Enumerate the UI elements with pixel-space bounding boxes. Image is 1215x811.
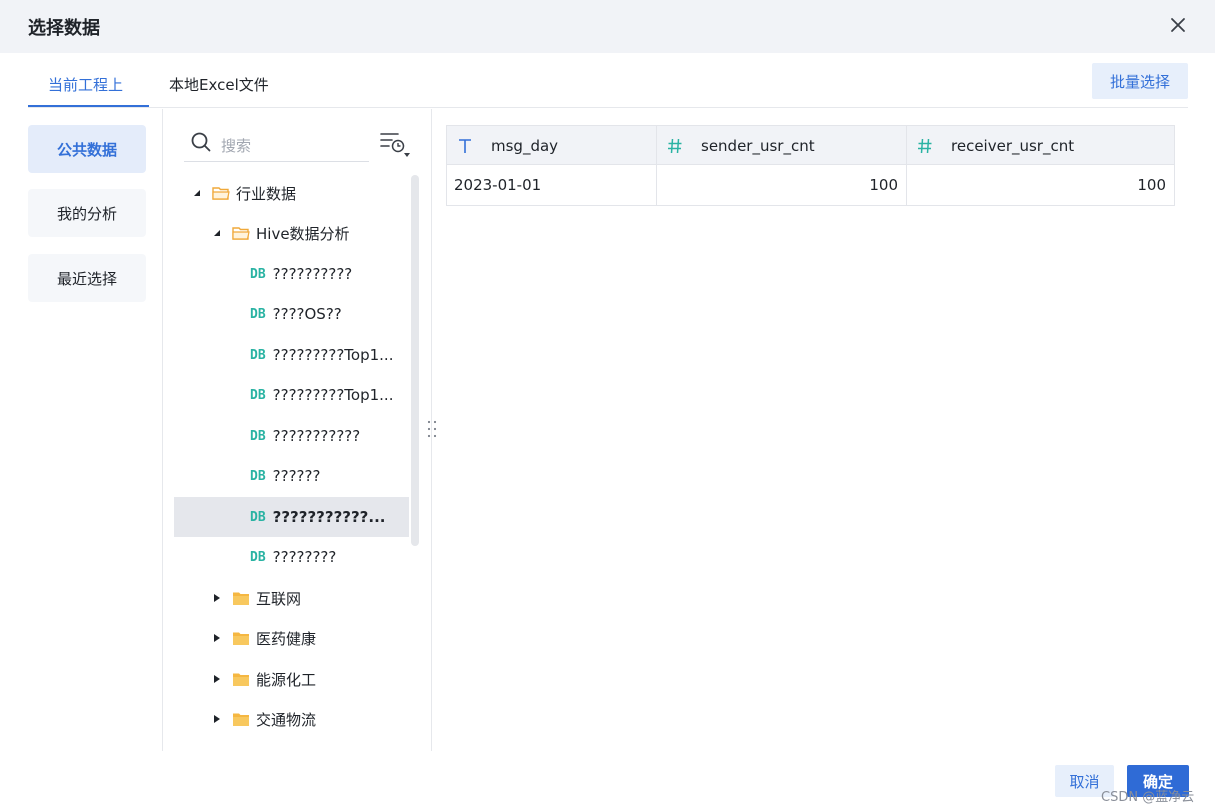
dialog-header: 选择数据 xyxy=(0,0,1215,53)
caret-collapsed-icon[interactable] xyxy=(212,633,222,643)
sidebar-item-public-data[interactable]: 公共数据 xyxy=(28,125,146,173)
table-cell: 100 xyxy=(657,165,907,205)
tree-table-item[interactable]: DB ?????????Top1... xyxy=(250,375,410,415)
panel-resize-handle-icon[interactable] xyxy=(426,419,438,439)
table-label: ?????????Top1... xyxy=(272,346,394,364)
db-table-icon: DB xyxy=(250,266,266,282)
tree-table-item[interactable]: DB ???????? xyxy=(250,537,410,577)
watermark: CSDN @蓝净云 xyxy=(1101,790,1195,805)
table-cell: 2023-01-01 xyxy=(447,165,657,205)
folder-icon xyxy=(233,713,249,726)
db-table-icon: DB xyxy=(250,468,266,484)
source-tabs: 当前工程上 本地Excel文件 xyxy=(28,53,1188,108)
caret-expanded-icon[interactable] xyxy=(192,188,202,198)
search-placeholder: 搜索 xyxy=(221,137,252,155)
db-table-icon: DB xyxy=(250,549,266,565)
caret-collapsed-icon[interactable] xyxy=(212,714,222,724)
tree-table-item[interactable]: DB ?????????Top1... xyxy=(250,335,410,375)
column-header[interactable]: sender_usr_cnt xyxy=(657,126,907,165)
tree-node-label: 医药健康 xyxy=(256,629,317,648)
tab-local-excel[interactable]: 本地Excel文件 xyxy=(169,74,269,95)
tree-node-label: 行业数据 xyxy=(236,184,297,203)
tree-table-item[interactable]: DB ?????? xyxy=(250,456,410,496)
tree-node-internet[interactable]: 互联网 xyxy=(212,578,301,618)
tree-node-industry-data[interactable]: 行业数据 xyxy=(192,173,296,213)
folder-open-icon xyxy=(232,226,250,240)
search-icon xyxy=(191,132,211,152)
tree-node-label: 能源化工 xyxy=(256,670,317,689)
table-label: ????OS?? xyxy=(272,305,342,323)
tree-node-healthcare[interactable]: 医药健康 xyxy=(212,618,316,658)
filter-history-icon[interactable] xyxy=(380,131,412,159)
db-table-icon: DB xyxy=(250,387,266,403)
batch-select-button[interactable]: 批量选择 xyxy=(1092,63,1188,99)
sidebar-item-recent[interactable]: 最近选择 xyxy=(28,254,146,302)
table-row: 2023-01-01 100 100 xyxy=(447,165,1174,205)
column-header[interactable]: receiver_usr_cnt xyxy=(907,126,1174,165)
tab-current-project[interactable]: 当前工程上 xyxy=(48,74,123,95)
caret-expanded-icon[interactable] xyxy=(212,228,222,238)
close-icon[interactable] xyxy=(1167,14,1189,36)
tree-node-logistics[interactable]: 交通物流 xyxy=(212,699,316,739)
sidebar-item-my-analysis[interactable]: 我的分析 xyxy=(28,189,146,237)
db-table-icon: DB xyxy=(250,347,266,363)
column-name: msg_day xyxy=(491,136,559,155)
tree-table-item[interactable]: DB ????OS?? xyxy=(250,294,410,334)
tree-table-item[interactable]: DB ?????????? xyxy=(250,254,410,294)
search-input[interactable]: 搜索 xyxy=(184,127,369,162)
tree-node-hive-analysis[interactable]: Hive数据分析 xyxy=(212,213,350,253)
tree-node-energy[interactable]: 能源化工 xyxy=(212,659,316,699)
db-table-icon: DB xyxy=(250,306,266,322)
table-label: ?????????? xyxy=(272,265,353,283)
category-sidebar: 公共数据 我的分析 最近选择 xyxy=(0,109,163,751)
folder-open-icon xyxy=(212,186,230,200)
caret-collapsed-icon[interactable] xyxy=(212,674,222,684)
table-header: msg_day sender_usr_cnt receiver_usr_cnt xyxy=(447,126,1174,165)
text-type-icon xyxy=(459,138,471,153)
column-header[interactable]: msg_day xyxy=(447,126,657,165)
data-tree-panel: 搜索 行业数据 Hive数据分析 DB ?????????? DB ????OS… xyxy=(164,109,432,751)
data-preview-table: msg_day sender_usr_cnt receiver_usr_cnt … xyxy=(446,125,1175,206)
table-label: ???????? xyxy=(272,548,337,566)
table-label: ???????????... xyxy=(272,508,386,526)
caret-collapsed-icon[interactable] xyxy=(212,593,222,603)
dialog-title: 选择数据 xyxy=(28,18,100,39)
db-table-icon: DB xyxy=(250,428,266,444)
folder-icon xyxy=(233,673,249,686)
column-name: receiver_usr_cnt xyxy=(951,136,1075,155)
table-label: ??????????? xyxy=(272,427,361,445)
column-name: sender_usr_cnt xyxy=(701,136,815,155)
folder-icon xyxy=(233,592,249,605)
tree-node-label: 互联网 xyxy=(256,589,302,608)
number-type-icon xyxy=(668,138,682,153)
table-label: ?????? xyxy=(272,467,321,485)
tree-scrollbar[interactable] xyxy=(411,175,419,546)
tree-table-item-selected[interactable]: DB ???????????... xyxy=(174,497,409,537)
tree-node-label: Hive数据分析 xyxy=(256,224,350,243)
number-type-icon xyxy=(918,138,932,153)
folder-icon xyxy=(233,632,249,645)
table-cell: 100 xyxy=(1137,176,1166,194)
tree-table-item[interactable]: DB ??????????? xyxy=(250,416,410,456)
tree-node-label: 交通物流 xyxy=(256,710,317,729)
active-tab-indicator xyxy=(28,105,149,107)
table-label: ?????????Top1... xyxy=(272,386,394,404)
db-table-icon: DB xyxy=(250,509,266,525)
